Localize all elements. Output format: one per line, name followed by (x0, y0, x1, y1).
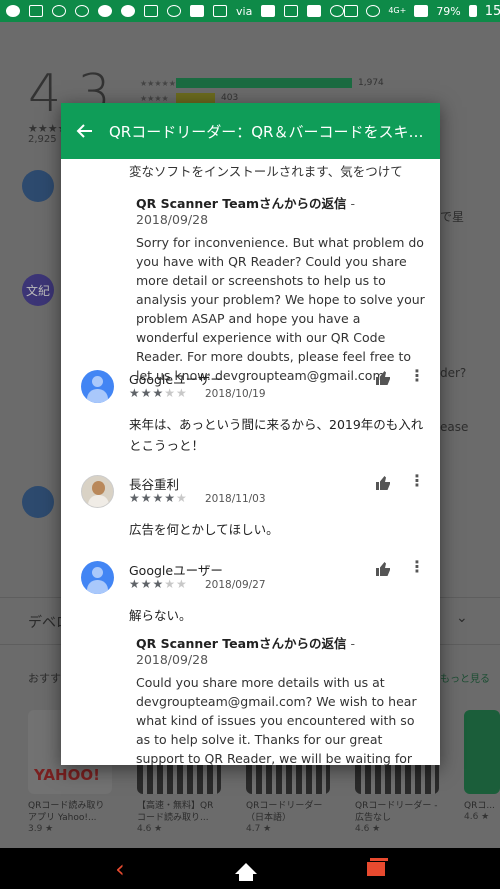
dialog-header: QRコードリーダー：QR＆バーコードをスキャン (61, 103, 440, 159)
do-not-disturb-icon (366, 5, 381, 17)
thumbs-up-icon[interactable] (375, 370, 391, 386)
reviewer-avatar: 文紀 (22, 274, 54, 306)
star-rating: ★★★★★ (129, 491, 188, 505)
more-link: もっと見る (440, 674, 490, 685)
status-bar: via 4G+ 79% 15:07 (0, 0, 500, 22)
app-rating: 4.7 ★ (246, 824, 272, 834)
dialog-title: QRコードリーダー：QR＆バーコードをスキャン (109, 122, 427, 141)
avatar (81, 475, 114, 508)
twitter-icon (307, 5, 322, 17)
twitter-icon (121, 5, 135, 17)
app-rating: 4.6 ★ (137, 824, 163, 834)
nav-recent-apps-icon[interactable] (366, 857, 388, 876)
review-item: Googleユーザー ★★★★★ 2018/09/27 ⋮ 解らない。 (81, 559, 426, 623)
reply-header: QR Scanner Teamさんからの返信 - 2018/09/28 (136, 193, 426, 227)
facebook-icon (261, 5, 276, 17)
star-rating: ★★★★★ (129, 577, 188, 591)
review-text-fragment: 変なソフトをインストールされます、気をつけて (129, 164, 403, 179)
four-stars-icon: ★★★★ (140, 93, 169, 103)
app-notification-icon (75, 5, 89, 17)
review-count: 2,925 (28, 134, 57, 145)
mail-icon (284, 5, 299, 17)
developer-reply: QR Scanner Teamさんからの返信 - 2018/09/28 Coul… (136, 633, 426, 765)
back-button[interactable] (61, 103, 109, 159)
reviewer-avatar (22, 486, 54, 518)
app-notification-icon (6, 5, 20, 17)
suggested-app: QRコ... 4.6 ★ (464, 710, 500, 822)
more-vert-icon[interactable]: ⋮ (409, 473, 425, 490)
nav-home-icon[interactable] (234, 863, 257, 881)
more-vert-icon[interactable]: ⋮ (409, 559, 425, 576)
system-icons: 4G+ 79% 15:07 (344, 4, 500, 19)
line-icon (144, 5, 158, 17)
app-notification-icon (190, 5, 204, 17)
review-list[interactable]: 変なソフトをインストールされます、気をつけて QR Scanner Teamさん… (61, 159, 440, 765)
rating-bar-count: 1,974 (358, 78, 384, 88)
review-text: 来年は、あっという間に来るから、2019年のも入れとこうっと！ (129, 417, 424, 453)
reply-text: Sorry for inconvenience. But what proble… (136, 235, 425, 383)
navigation-bar: ‹ (0, 848, 500, 889)
thumbs-up-icon[interactable] (375, 561, 391, 577)
review-date: 2018/11/03 (205, 493, 266, 505)
reply-header: QR Scanner Teamさんからの返信 - 2018/09/28 (136, 633, 426, 667)
more-vert-icon[interactable]: ⋮ (409, 368, 425, 385)
nfc-icon (344, 5, 359, 17)
app-name: QRコードリーダー（日本語） (246, 801, 323, 823)
qr-app-icon (464, 710, 500, 794)
via-label: via (236, 4, 253, 18)
suggestions-label: おすす (28, 672, 61, 685)
rating-bar-count: 403 (221, 93, 239, 103)
rating-bar-fill (176, 78, 352, 88)
developer-reply: QR Scanner Teamさんからの返信 - 2018/09/28 Sorr… (136, 193, 426, 385)
app-name: QRコ... (464, 801, 495, 811)
mail-icon (29, 5, 43, 17)
reply-author: QR Scanner Teamさんからの返信 (136, 636, 347, 651)
app-name: QRコード読み取りアプリ Yahoo!... (28, 801, 105, 823)
battery-icon (468, 5, 477, 17)
reply-text: Could you share more details with us at … (136, 675, 417, 765)
rating-bar-fill (176, 93, 215, 103)
review-text: 解らない。 (129, 608, 192, 623)
signal-icon (414, 5, 429, 17)
network-type: 4G+ (388, 6, 407, 15)
five-stars-icon: ★★★★★ (140, 78, 176, 88)
mail-icon (213, 5, 227, 17)
notification-icons: via (6, 4, 345, 18)
arrow-left-icon (76, 124, 92, 138)
twitter-icon (98, 5, 112, 17)
app-rating: 4.6 ★ (464, 812, 490, 822)
app-rating: 4.6 ★ (355, 824, 381, 834)
clock: 15:07 (484, 3, 500, 19)
app-notification-icon (167, 5, 181, 17)
review-snippet: der? (440, 366, 467, 380)
app-notification-icon (52, 5, 66, 17)
battery-percent: 79% (436, 4, 461, 18)
reply-author: QR Scanner Teamさんからの返信 (136, 196, 347, 211)
chevron-down-icon: ⌄ (456, 610, 468, 626)
thumbs-up-icon[interactable] (375, 475, 391, 491)
reviews-dialog: QRコードリーダー：QR＆バーコードをスキャン 変なソフトをインストールされます… (61, 103, 440, 765)
nav-back-icon[interactable]: ‹ (115, 855, 125, 883)
avatar (81, 370, 114, 403)
avatar (81, 561, 114, 594)
review-text: 広告を何とかしてほしい。 (129, 522, 279, 537)
review-snippet: で星 (440, 210, 465, 224)
app-notification-icon (330, 5, 345, 17)
review-item: 長谷重利 ★★★★★ 2018/11/03 ⋮ 広告を何とかしてほしい。 (81, 473, 426, 537)
reviewer-avatar (22, 170, 54, 202)
star-rating: ★★★★★ (129, 386, 188, 400)
rating-bar-5: ★★★★★ 1,974 (140, 77, 384, 89)
review-date: 2018/10/19 (205, 388, 266, 400)
review-date: 2018/09/27 (205, 579, 266, 591)
app-rating: 3.9 ★ (28, 824, 54, 834)
review-snippet: ease (440, 420, 469, 434)
app-name: 【高速・無料】QRコード読み取り... (137, 801, 214, 823)
review-item: Googleユーザー ★★★★★ 2018/10/19 ⋮ 来年は、あっという間… (81, 368, 426, 453)
app-name: QRコードリーダー - 広告なし (355, 801, 438, 823)
